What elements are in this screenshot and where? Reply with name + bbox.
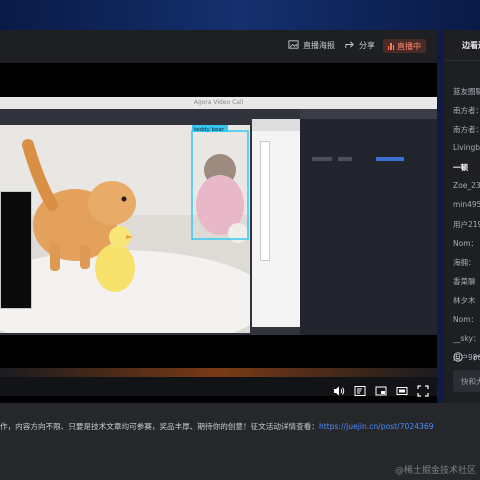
top-banner: [0, 0, 480, 30]
live-poster-label: 直播海报: [303, 41, 335, 50]
live-status-label: 直播中: [397, 41, 421, 51]
browser-toolbar: [252, 119, 300, 131]
share-button[interactable]: 分享: [344, 39, 375, 52]
browser-panel: [260, 141, 270, 261]
volume-icon[interactable]: [333, 385, 345, 397]
page: 直播海报 分享 直播中 Agora Video Call teddy bear …: [0, 0, 480, 480]
emoji-icon[interactable]: [453, 352, 463, 362]
video-stream[interactable]: Agora Video Call teddy bear: [0, 63, 437, 403]
chat-message: 用户219: [453, 220, 480, 229]
live-poster-button[interactable]: 直播海报: [288, 39, 335, 52]
chat-message: 蓝友圈聊: [453, 87, 480, 96]
chat-input[interactable]: 快和大: [453, 370, 480, 392]
ide-tab: [338, 157, 352, 161]
pip-icon[interactable]: [375, 385, 387, 397]
chat-sidebar: 边看边聊 蓝友圈聊南方者： 南方者： Livingb 一顿 Zoe_23 min495 用户…: [444, 30, 480, 403]
ide-toolbar: [300, 109, 437, 119]
chat-divider: [444, 60, 480, 61]
camera-frame: teddy bear: [0, 125, 250, 333]
gift-icon[interactable]: [473, 352, 480, 362]
notice-message: 作，内容方向不限、只要是技术文章均可参赛，奖品丰厚、期待你的创意！征文活动详情查…: [0, 421, 434, 432]
fullscreen-icon[interactable]: [417, 385, 429, 397]
player-controls: [333, 385, 429, 397]
chat-message: 一顿: [453, 163, 468, 172]
notice-link[interactable]: https://juejin.cn/post/7024369: [319, 422, 434, 431]
widescreen-icon[interactable]: [396, 385, 408, 397]
chat-message: Zoe_23: [453, 181, 480, 190]
chat-message: 南方者：: [453, 106, 480, 115]
chat-message: Nom：: [453, 239, 479, 248]
share-icon: [344, 39, 355, 52]
agora-window: Agora Video Call teddy bear: [0, 97, 437, 335]
ide-tab: [312, 157, 332, 161]
chat-message: __sky：: [453, 334, 480, 343]
camera-scene: teddy bear: [0, 125, 250, 333]
live-status-badge: 直播中: [382, 39, 426, 53]
chat-title: 边看边聊: [462, 41, 480, 50]
share-label: 分享: [359, 41, 375, 50]
ide-window: [300, 109, 437, 335]
chat-message: Livingb: [453, 143, 480, 152]
browser-window: [252, 119, 300, 327]
chat-message: Nom：: [453, 315, 479, 324]
agora-window-title: Agora Video Call: [0, 97, 437, 109]
notice-text: 作，内容方向不限、只要是技术文章均可参赛，奖品丰厚、期待你的创意！征文活动详情查…: [0, 422, 319, 431]
chat-message: 海拥：: [453, 258, 476, 267]
chat-message: 林夕木: [453, 296, 476, 305]
chat-message: 南方者：: [453, 125, 480, 134]
shared-desktop: teddy bear: [0, 109, 437, 335]
ide-tab-active: [376, 157, 404, 161]
watermark: @稀土掘金技术社区: [394, 466, 476, 476]
chat-message: 香菜聊: [453, 277, 476, 286]
image-icon: [288, 39, 299, 52]
detection-label: teddy bear: [194, 127, 225, 133]
notice-bar: 作，内容方向不限、只要是技术文章均可参赛，奖品丰厚、期待你的创意！征文活动详情查…: [0, 403, 480, 480]
chat-message: min495: [453, 200, 480, 209]
live-bars-icon: [387, 42, 394, 50]
player-header: 直播海报 分享 直播中: [0, 30, 437, 63]
live-player: 直播海报 分享 直播中 Agora Video Call teddy bear: [0, 30, 437, 403]
danmaku-icon[interactable]: [354, 385, 366, 397]
terminal-window: [0, 191, 32, 309]
